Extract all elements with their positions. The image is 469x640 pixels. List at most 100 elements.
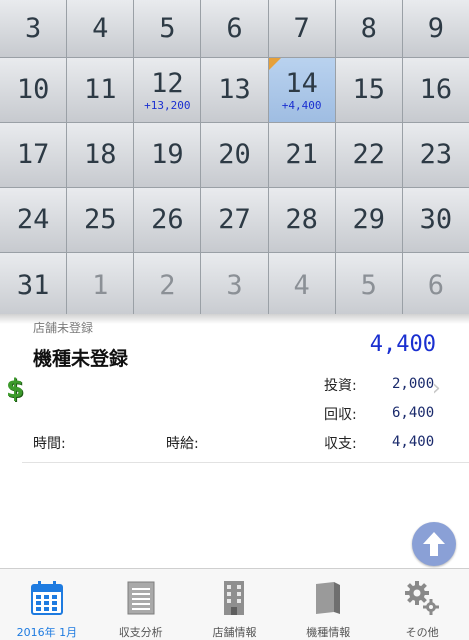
- calendar-day-cell[interactable]: 12 +13,200: [134, 58, 201, 122]
- scroll-top-button[interactable]: [412, 522, 456, 566]
- day-detail-panel[interactable]: 店舗未登録 機種未登録 4,400 $ 投資: 2,000 › 回収: 6,40…: [0, 314, 469, 564]
- calendar-day-cell[interactable]: 10: [0, 58, 67, 122]
- calendar-day-cell[interactable]: 24: [0, 188, 67, 252]
- day-number: 19: [151, 139, 184, 170]
- day-number: 23: [419, 139, 453, 170]
- calendar-day-cell[interactable]: 2: [134, 253, 201, 318]
- investment-label: 投資:: [324, 378, 357, 394]
- time-label: 時間:: [33, 436, 66, 452]
- calendar-day-cell[interactable]: 23: [402, 123, 469, 187]
- calendar-day-cell[interactable]: 7: [268, 0, 335, 57]
- calendar-day-cell[interactable]: 11: [67, 58, 134, 122]
- day-number: 5: [360, 269, 377, 301]
- day-number: 5: [159, 12, 176, 44]
- book-icon: [310, 578, 346, 618]
- day-number: 15: [352, 74, 386, 105]
- recovery-label: 回収:: [324, 407, 357, 423]
- tab-label: 機種情報: [306, 626, 351, 639]
- tab-label: 2016年 1月: [16, 626, 78, 639]
- calendar-day-cell[interactable]: 5: [335, 253, 402, 318]
- calendar-day-cell[interactable]: 3: [0, 0, 67, 57]
- day-number: 26: [151, 204, 184, 235]
- calendar-day-cell[interactable]: 27: [201, 188, 268, 252]
- day-number: 18: [83, 139, 117, 170]
- total-amount: 4,400: [369, 332, 436, 357]
- calendar-day-cell[interactable]: 29: [335, 188, 402, 252]
- building-icon: [216, 578, 252, 618]
- day-number: 17: [16, 139, 50, 170]
- tab-other[interactable]: その他: [375, 569, 469, 640]
- calendar-day-cell[interactable]: 8: [335, 0, 402, 57]
- day-number: 27: [218, 204, 251, 235]
- day-number: 28: [285, 204, 318, 235]
- machine-name: 機種未登録: [33, 348, 129, 370]
- calendar-day-cell[interactable]: 26: [134, 188, 201, 252]
- calendar-day-cell[interactable]: 31: [0, 253, 67, 318]
- dollar-icon: $: [6, 374, 25, 404]
- arrow-up-icon: [423, 532, 445, 556]
- calendar-day-cell[interactable]: 25: [67, 188, 134, 252]
- tab-label: その他: [405, 626, 439, 639]
- calendar-day-cell[interactable]: 6: [402, 253, 469, 318]
- calendar-icon: [29, 578, 65, 618]
- day-number: 20: [218, 139, 251, 170]
- day-number: 4: [92, 12, 109, 44]
- day-number: 6: [427, 269, 445, 301]
- calendar-day-cell[interactable]: 22: [335, 123, 402, 187]
- day-number: 4: [293, 269, 310, 301]
- day-number: 22: [352, 139, 386, 170]
- tab-label: 収支分析: [118, 626, 163, 639]
- document-icon: [123, 578, 159, 618]
- investment-value: 2,000: [392, 376, 435, 392]
- entry-marker-icon: [268, 58, 281, 70]
- balance-label: 収支:: [324, 436, 357, 452]
- day-number: 14: [285, 67, 318, 99]
- calendar-day-cell[interactable]: 15: [335, 58, 402, 122]
- chevron-right-icon[interactable]: ›: [432, 376, 441, 401]
- calendar-day-cell[interactable]: 14 +4,400: [268, 58, 335, 122]
- day-number: 6: [226, 12, 243, 44]
- tab-analysis[interactable]: 収支分析: [94, 569, 188, 640]
- tab-bar: 2016年 1月 収支分析 店舗情報 機種情報 その他: [0, 568, 469, 640]
- day-amount: +13,200: [144, 98, 191, 112]
- day-number: 24: [16, 204, 50, 235]
- calendar-day-cell[interactable]: 5: [134, 0, 201, 57]
- calendar-grid: 3 4 5 6 7 8 9 10 11 12 +13,200 13 14 +4,400 15 16 17 18 19…: [0, 0, 469, 318]
- tab-store[interactable]: 店舗情報: [188, 569, 282, 640]
- tab-calendar[interactable]: 2016年 1月: [0, 569, 94, 640]
- day-number: 13: [218, 74, 251, 105]
- calendar-day-cell[interactable]: 30: [402, 188, 469, 252]
- day-number: 25: [83, 204, 117, 235]
- calendar-day-cell[interactable]: 17: [0, 123, 67, 187]
- store-name: 店舗未登録: [33, 321, 94, 335]
- calendar-day-cell[interactable]: 4: [67, 0, 134, 57]
- calendar-day-cell[interactable]: 6: [201, 0, 268, 57]
- calendar-day-cell[interactable]: 4: [268, 253, 335, 318]
- balance-value: 4,400: [392, 434, 435, 450]
- day-number: 16: [419, 74, 453, 105]
- day-number: 11: [83, 74, 117, 105]
- tab-label: 店舗情報: [212, 626, 257, 639]
- calendar-day-cell[interactable]: 1: [67, 253, 134, 318]
- calendar-day-cell[interactable]: 19: [134, 123, 201, 187]
- calendar-day-cell[interactable]: 9: [402, 0, 469, 57]
- tab-machine[interactable]: 機種情報: [281, 569, 375, 640]
- day-number: 3: [24, 12, 42, 44]
- day-number: 2: [159, 269, 176, 301]
- calendar-day-cell[interactable]: 20: [201, 123, 268, 187]
- day-number: 12: [151, 67, 184, 99]
- calendar-day-cell[interactable]: 16: [402, 58, 469, 122]
- day-number: 7: [293, 12, 310, 44]
- day-number: 9: [427, 12, 445, 44]
- calendar-day-cell[interactable]: 28: [268, 188, 335, 252]
- day-number: 31: [16, 269, 50, 301]
- calendar-day-cell[interactable]: 21: [268, 123, 335, 187]
- calendar-day-cell[interactable]: 3: [201, 253, 268, 318]
- gear-icon: [404, 578, 440, 618]
- calendar-day-cell[interactable]: 18: [67, 123, 134, 187]
- day-number: 3: [226, 269, 243, 301]
- day-number: 21: [285, 139, 318, 170]
- divider: [22, 462, 469, 463]
- day-number: 1: [92, 269, 109, 301]
- calendar-day-cell[interactable]: 13: [201, 58, 268, 122]
